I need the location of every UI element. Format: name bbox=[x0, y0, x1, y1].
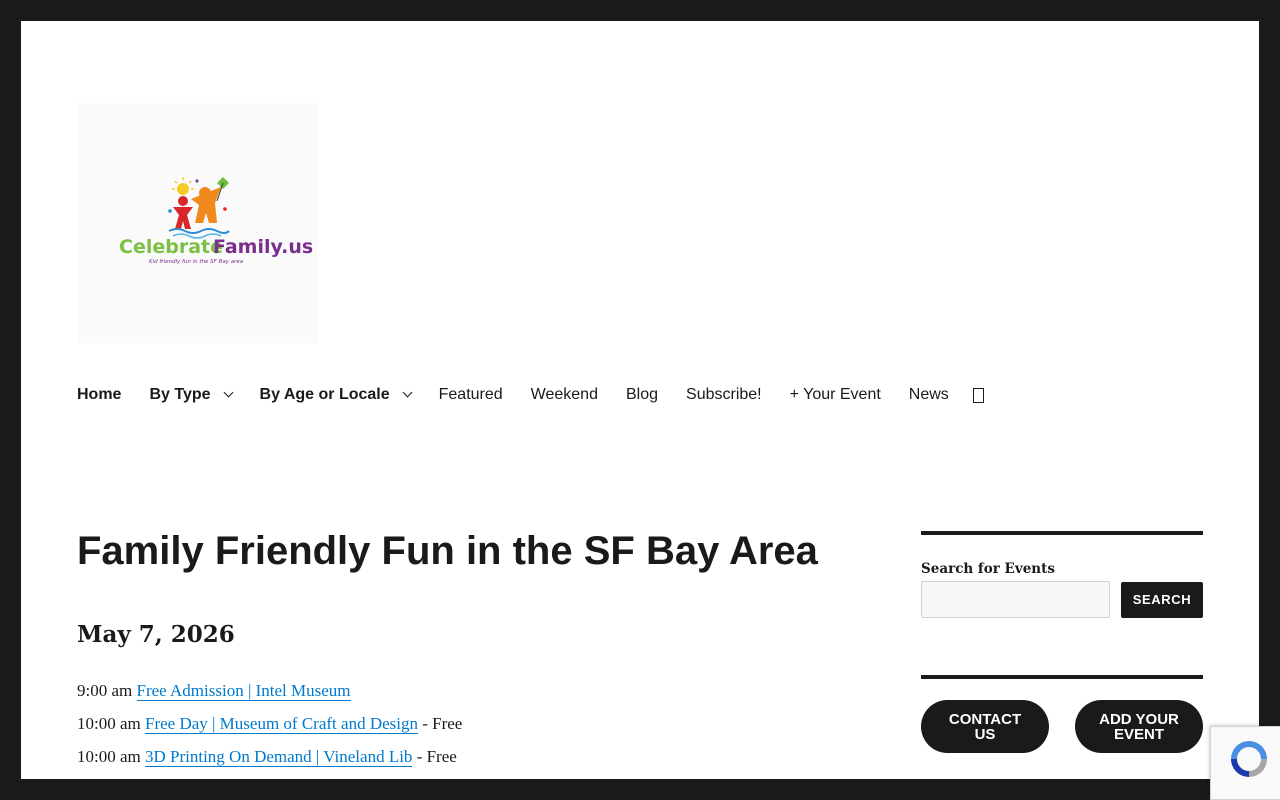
nav-label: By Type bbox=[149, 386, 211, 403]
search-button[interactable]: SEARCH bbox=[1121, 581, 1203, 618]
recaptcha-icon bbox=[1231, 741, 1267, 777]
nav-item-featured[interactable]: Featured bbox=[439, 386, 503, 404]
date-heading: May 7, 2026 bbox=[77, 621, 235, 648]
nav-label: News bbox=[908, 386, 949, 403]
event-time: 10:00 am bbox=[77, 747, 141, 766]
contact-us-button[interactable]: CONTACT US bbox=[921, 700, 1049, 753]
svg-text:Celebrate: Celebrate bbox=[119, 236, 223, 258]
nav-label: Subscribe! bbox=[686, 386, 762, 403]
search-form: SEARCH bbox=[921, 581, 1203, 618]
event-price: - Free bbox=[417, 714, 463, 733]
event-list: 9:00 am Free Admission | Intel Museum 10… bbox=[77, 679, 462, 778]
search-toggle-icon[interactable] bbox=[972, 387, 984, 403]
logo-image: Celebrate Family.us Kid friendly fun in … bbox=[119, 177, 313, 265]
nav-item-by-age-or-locale[interactable]: By Age or Locale bbox=[259, 386, 413, 404]
list-item: 10:00 am 3D Printing On Demand | Vinelan… bbox=[77, 745, 462, 778]
nav-label: Blog bbox=[625, 386, 659, 403]
page-container: Celebrate Family.us Kid friendly fun in … bbox=[21, 21, 1259, 779]
event-price: - Free bbox=[412, 747, 457, 766]
nav-item-blog[interactable]: Blog bbox=[626, 386, 658, 404]
nav-label: By Age or Locale bbox=[259, 386, 390, 403]
event-link[interactable]: Free Day | Museum of Craft and Design bbox=[145, 714, 418, 734]
list-item: 9:00 am Free Admission | Intel Museum bbox=[77, 679, 462, 712]
nav-label: Home bbox=[77, 386, 122, 403]
divider bbox=[921, 531, 1203, 535]
action-buttons: CONTACT US ADD YOUR EVENT bbox=[921, 700, 1203, 753]
nav-label: + Your Event bbox=[789, 386, 881, 403]
nav-label: Weekend bbox=[530, 386, 598, 403]
search-label: Search for Events bbox=[921, 561, 1055, 577]
nav-label: Featured bbox=[438, 386, 503, 403]
add-your-event-button[interactable]: ADD YOUR EVENT bbox=[1075, 700, 1203, 753]
nav-item-home[interactable]: Home bbox=[77, 386, 121, 404]
event-time: 10:00 am bbox=[77, 714, 141, 733]
primary-navigation: Home By Type By Age or Locale Featured W… bbox=[77, 383, 984, 407]
nav-item-subscribe[interactable]: Subscribe! bbox=[686, 386, 762, 404]
svg-text:Family.us: Family.us bbox=[213, 236, 313, 258]
list-item: 10:00 am Free Day | Museum of Craft and … bbox=[77, 712, 462, 745]
event-time: 9:00 am bbox=[77, 681, 133, 700]
chevron-down-icon bbox=[402, 387, 413, 398]
search-input[interactable] bbox=[921, 581, 1110, 618]
divider bbox=[921, 675, 1203, 679]
nav-item-news[interactable]: News bbox=[909, 386, 949, 404]
event-link[interactable]: 3D Printing On Demand | Vineland Lib bbox=[145, 747, 413, 767]
nav-item-weekend[interactable]: Weekend bbox=[531, 386, 598, 404]
nav-item-add-your-event[interactable]: + Your Event bbox=[790, 386, 881, 404]
page-title: Family Friendly Fun in the SF Bay Area bbox=[77, 529, 818, 573]
event-link[interactable]: Free Admission | Intel Museum bbox=[136, 681, 351, 701]
nav-item-by-type[interactable]: By Type bbox=[149, 386, 233, 404]
site-logo[interactable]: Celebrate Family.us Kid friendly fun in … bbox=[77, 103, 317, 343]
recaptcha-badge[interactable] bbox=[1210, 726, 1280, 800]
sidebar: Search for Events SEARCH CONTACT US ADD … bbox=[921, 531, 1203, 753]
svg-text:Kid friendly fun in the SF Bay: Kid friendly fun in the SF Bay area bbox=[149, 259, 244, 265]
chevron-down-icon bbox=[223, 387, 233, 398]
